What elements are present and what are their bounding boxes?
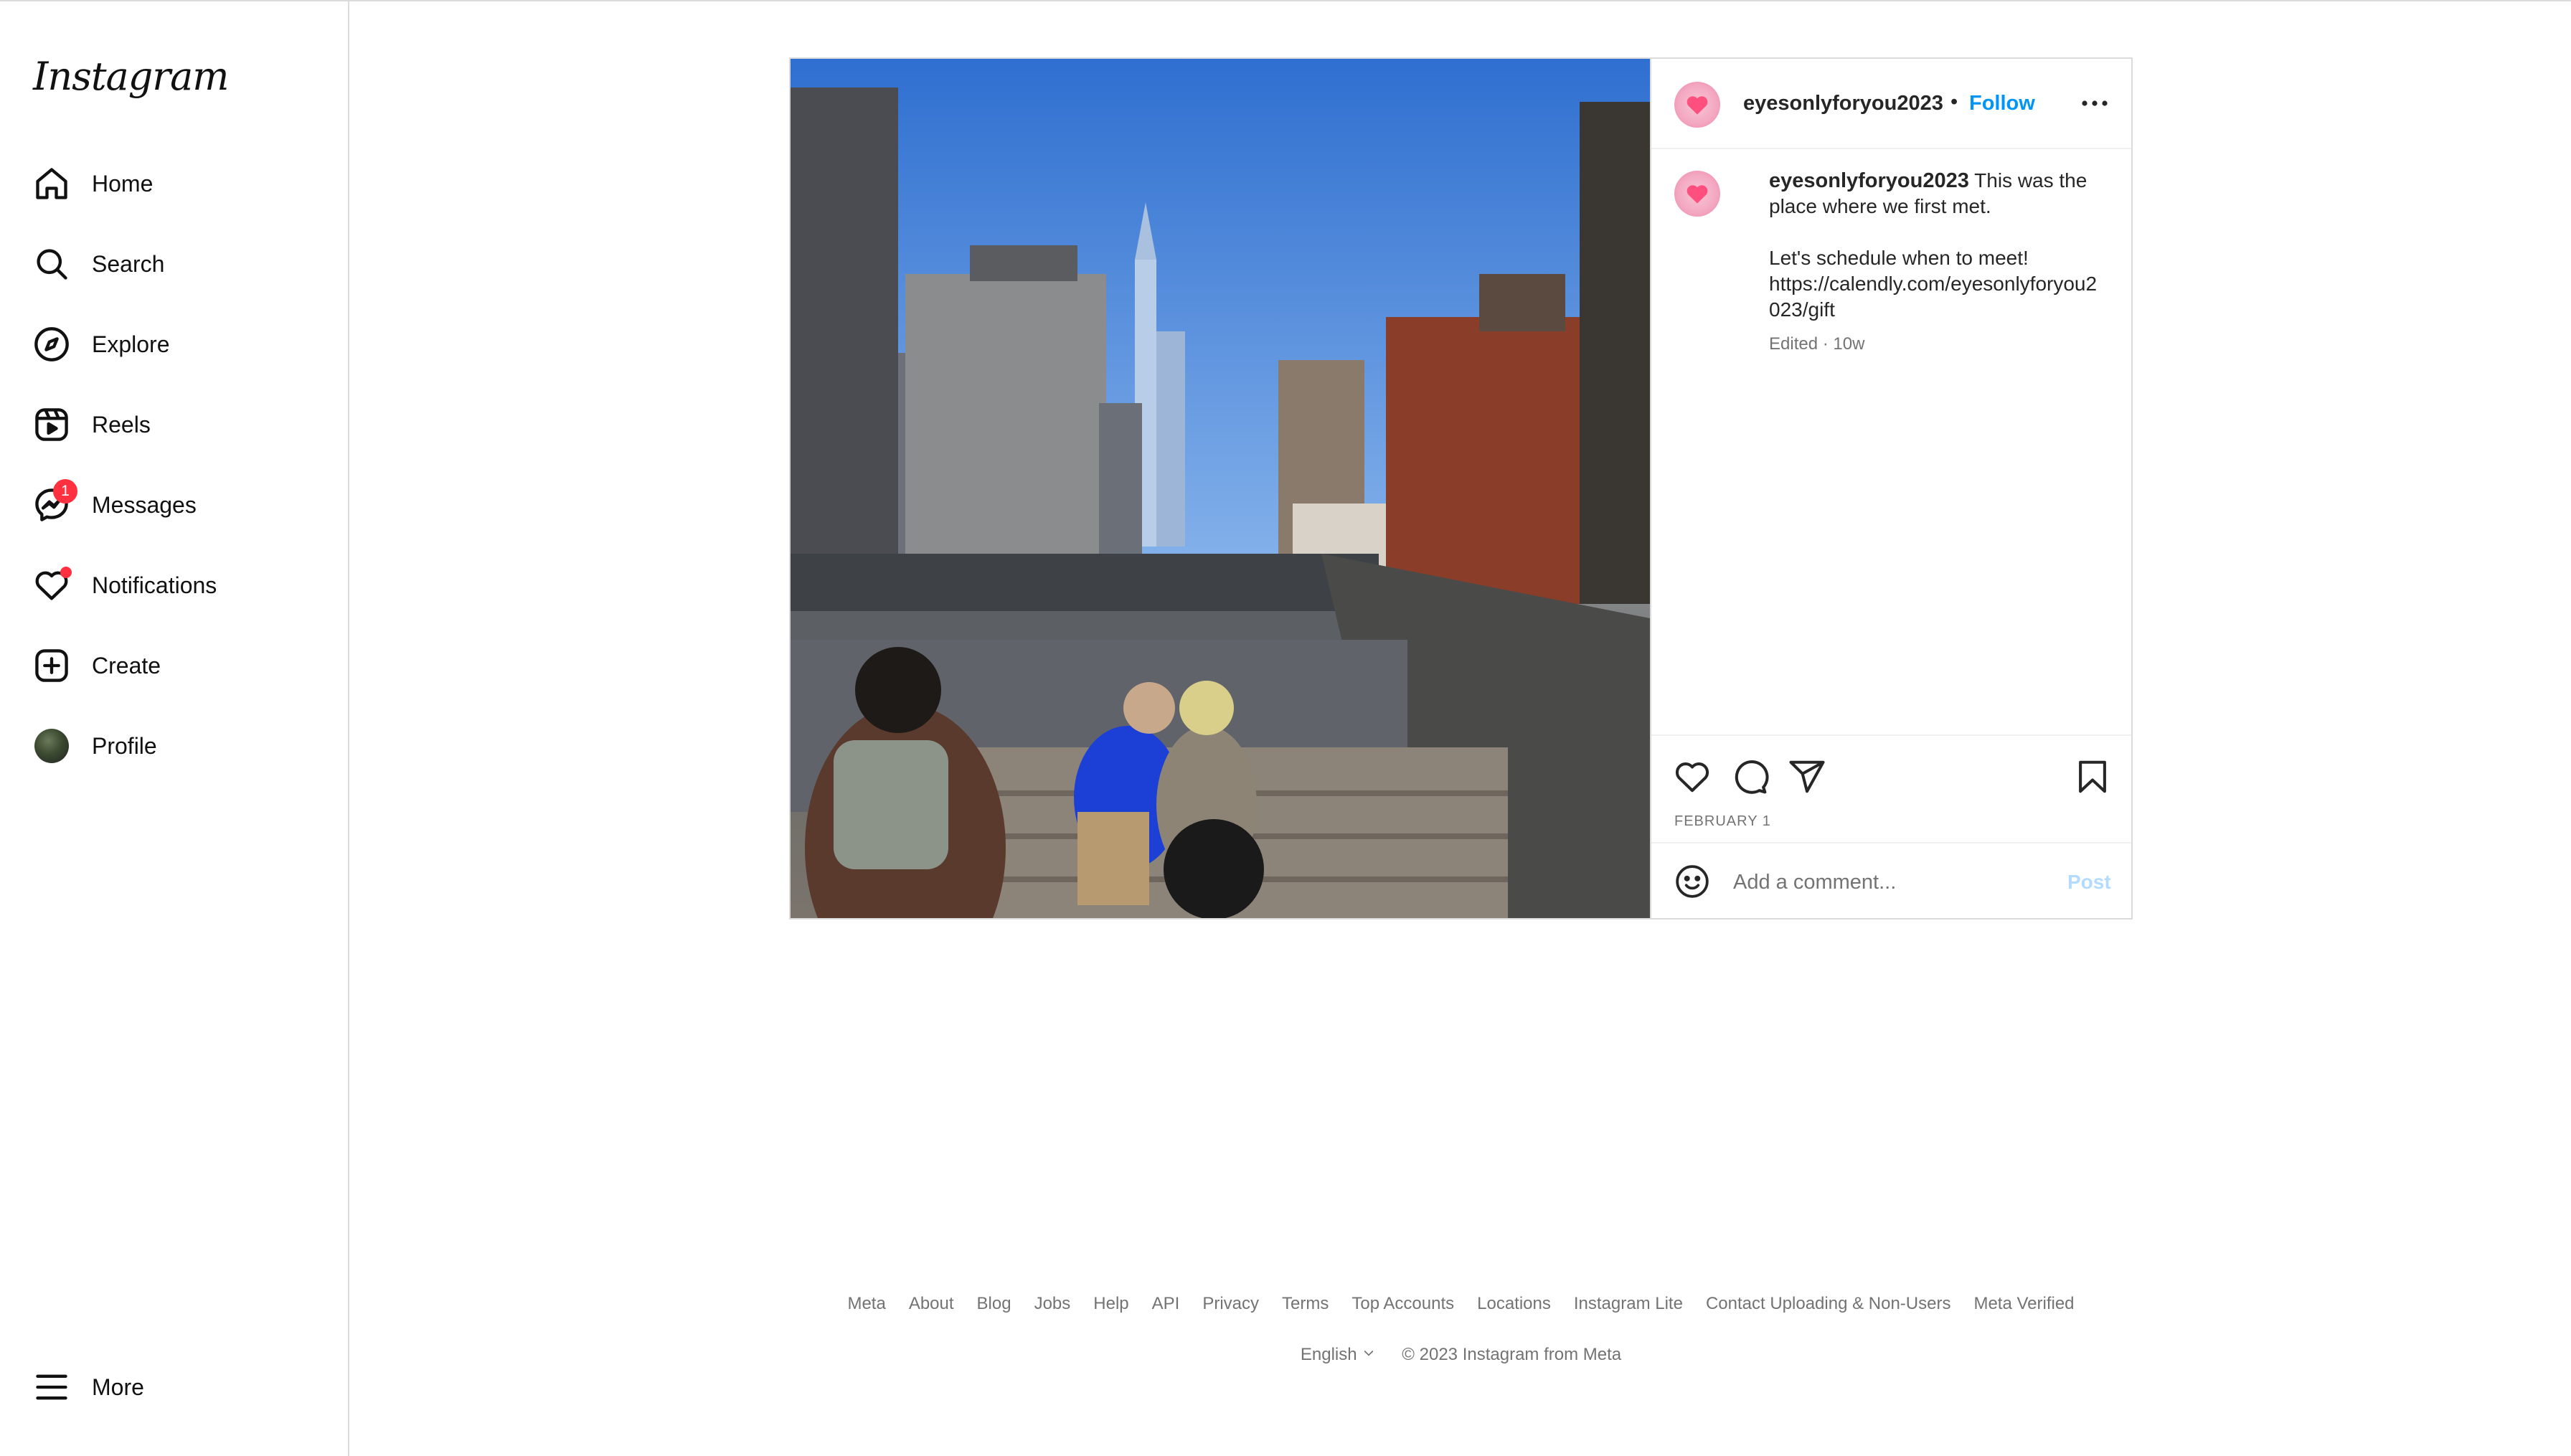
author-avatar[interactable]	[1674, 82, 1720, 128]
avatar	[33, 727, 70, 765]
footer-link[interactable]: Meta	[847, 1294, 885, 1314]
sidebar-item-profile[interactable]: Profile	[33, 717, 320, 775]
sidebar-item-create[interactable]: Create	[33, 637, 320, 694]
caption-body: eyesonlyforyou2023 This was the place wh…	[1769, 168, 2106, 357]
top-border	[0, 0, 2571, 1]
home-icon	[33, 165, 70, 202]
caption-author-avatar[interactable]	[1674, 171, 1720, 217]
caption-meta: Edited · 10w	[1769, 334, 1865, 354]
sidebar-item-label: Profile	[92, 732, 157, 759]
caption-username[interactable]: eyesonlyforyou2023	[1769, 169, 1969, 192]
post-photo-illustration	[791, 59, 1650, 918]
notification-dot	[60, 567, 72, 578]
language-selector[interactable]: English	[1301, 1345, 1376, 1365]
footer-link[interactable]: Help	[1093, 1294, 1128, 1314]
sidebar-item-messages[interactable]: 1 Messages	[33, 476, 320, 534]
footer-link[interactable]: Locations	[1477, 1294, 1551, 1314]
post-actions: FEBRUARY 1	[1651, 734, 2131, 843]
post-card: eyesonlyforyou2023 • Follow eyesonlyfory…	[789, 57, 2133, 920]
messenger-icon: 1	[33, 479, 77, 524]
sidebar: Instagram Home Search Explore Reels 1 Me…	[0, 0, 349, 1456]
footer-link[interactable]: Blog	[977, 1294, 1011, 1314]
comment-bar: Post	[1651, 842, 2131, 920]
post-comment-button[interactable]: Post	[2067, 871, 2111, 894]
language-label: English	[1300, 1345, 1357, 1364]
footer-bottom: English © 2023 Instagram from Meta	[789, 1345, 2133, 1365]
share-icon[interactable]	[1788, 757, 1826, 796]
sidebar-item-label: Reels	[92, 411, 151, 438]
heart-icon	[1687, 185, 1708, 204]
footer-link[interactable]: Privacy	[1202, 1294, 1259, 1314]
like-icon[interactable]	[1673, 757, 1712, 796]
post-header: eyesonlyforyou2023 • Follow	[1651, 59, 2131, 149]
compass-icon	[33, 326, 70, 363]
caption-text-2: Let's schedule when to meet!	[1769, 247, 2029, 269]
footer-link[interactable]: Meta Verified	[1973, 1294, 2074, 1314]
post-image[interactable]	[791, 59, 1650, 918]
sidebar-item-label: Create	[92, 652, 161, 679]
footer-link[interactable]: API	[1152, 1294, 1180, 1314]
sidebar-item-reels[interactable]: Reels	[33, 396, 320, 453]
comment-icon[interactable]	[1730, 757, 1769, 796]
sidebar-item-home[interactable]: Home	[33, 155, 320, 212]
search-icon	[33, 245, 70, 283]
instagram-logo[interactable]: Instagram	[33, 47, 229, 106]
footer-links: Meta About Blog Jobs Help API Privacy Te…	[789, 1294, 2133, 1314]
reels-icon	[33, 406, 70, 443]
follow-button[interactable]: Follow	[1969, 92, 2035, 115]
comment-input[interactable]	[1732, 865, 2050, 899]
separator-dot: •	[1950, 90, 1958, 113]
sidebar-item-label: Home	[92, 170, 154, 197]
chevron-down-icon	[1364, 1350, 1374, 1356]
footer-link[interactable]: Top Accounts	[1351, 1294, 1454, 1314]
more-options-icon[interactable]	[2077, 88, 2112, 119]
heart-icon	[1687, 96, 1708, 115]
sidebar-item-label: Search	[92, 250, 165, 277]
footer-link[interactable]: Terms	[1282, 1294, 1329, 1314]
emoji-icon[interactable]	[1674, 864, 1710, 899]
sidebar-item-search[interactable]: Search	[33, 235, 320, 293]
footer-link[interactable]: Jobs	[1034, 1294, 1071, 1314]
messages-count-badge: 1	[53, 479, 77, 504]
sidebar-item-more[interactable]: More	[33, 1358, 320, 1416]
sidebar-item-explore[interactable]: Explore	[33, 316, 320, 373]
post-date: FEBRUARY 1	[1674, 813, 1771, 829]
menu-icon	[33, 1368, 70, 1406]
caption-link[interactable]: https://calendly.com/eyesonlyforyou2023/…	[1769, 271, 2106, 323]
post-side-panel: eyesonlyforyou2023 • Follow eyesonlyfory…	[1650, 59, 2131, 918]
save-bookmark-icon[interactable]	[2073, 757, 2112, 796]
sidebar-item-label: More	[92, 1374, 144, 1400]
sidebar-item-label: Notifications	[92, 572, 217, 598]
sidebar-item-notifications[interactable]: Notifications	[33, 557, 320, 614]
footer-link[interactable]: Contact Uploading & Non-Users	[1706, 1294, 1951, 1314]
sidebar-item-label: Explore	[92, 331, 170, 357]
author-username[interactable]: eyesonlyforyou2023	[1743, 92, 1943, 115]
sidebar-item-label: Messages	[92, 491, 197, 518]
copyright: © 2023 Instagram from Meta	[1402, 1345, 1622, 1364]
heart-icon	[33, 567, 72, 604]
footer-link[interactable]: About	[909, 1294, 954, 1314]
footer-link[interactable]: Instagram Lite	[1574, 1294, 1683, 1314]
plus-square-icon	[33, 647, 70, 684]
